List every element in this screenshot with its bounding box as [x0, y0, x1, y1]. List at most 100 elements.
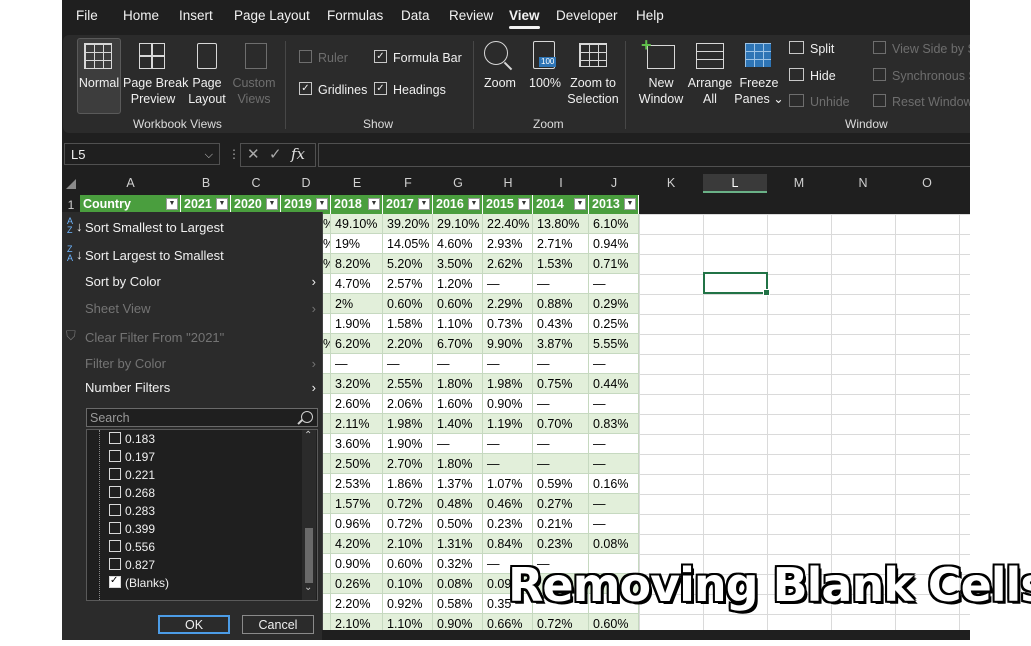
- table-cell[interactable]: [322, 394, 331, 414]
- table-cell[interactable]: [322, 294, 331, 314]
- table-cell[interactable]: 0.21%: [533, 514, 589, 534]
- table-cell[interactable]: 2.62%: [483, 254, 533, 274]
- table-cell[interactable]: [322, 374, 331, 394]
- table-cell[interactable]: 1.90%: [331, 314, 383, 334]
- table-cell[interactable]: 13.80%: [533, 214, 589, 234]
- filter-dropdown-icon[interactable]: ▼: [368, 198, 380, 210]
- table-cell[interactable]: [322, 474, 331, 494]
- tab-developer[interactable]: Developer: [556, 8, 618, 23]
- selected-cell-l5[interactable]: [703, 272, 770, 296]
- table-cell[interactable]: 4.70%: [331, 274, 383, 294]
- sort-by-color-item[interactable]: Sort by Color: [85, 274, 161, 289]
- filter-dropdown-icon[interactable]: ▼: [216, 198, 228, 210]
- table-cell[interactable]: 1.57%: [331, 494, 383, 514]
- table-cell[interactable]: 0.48%: [433, 494, 483, 514]
- checkbox-unchecked-icon[interactable]: [109, 540, 121, 552]
- checkbox-unchecked-icon[interactable]: [109, 432, 121, 444]
- cancel-button[interactable]: Cancel: [242, 615, 314, 634]
- table-cell[interactable]: —: [483, 274, 533, 294]
- table-cell[interactable]: 1.20%: [433, 274, 483, 294]
- table-cell[interactable]: 1.07%: [483, 474, 533, 494]
- table-cell[interactable]: 2.57%: [383, 274, 433, 294]
- table-cell[interactable]: 0.60%: [433, 294, 483, 314]
- insert-function-icon[interactable]: fx: [291, 144, 305, 165]
- table-cell[interactable]: 1.40%: [433, 414, 483, 434]
- table-cell[interactable]: —: [589, 494, 639, 514]
- table-cell[interactable]: 0.08%: [589, 534, 639, 554]
- table-cell[interactable]: 2.70%: [383, 454, 433, 474]
- arrange-all-button[interactable]: Arrange All: [685, 75, 735, 107]
- table-cell[interactable]: 3.20%: [331, 374, 383, 394]
- table-cell[interactable]: %: [322, 254, 331, 274]
- table-cell[interactable]: —: [533, 274, 589, 294]
- table-cell[interactable]: 0.71%: [589, 254, 639, 274]
- table-cell[interactable]: 1.98%: [483, 374, 533, 394]
- table-cell[interactable]: %: [322, 234, 331, 254]
- table-cell[interactable]: 4.60%: [433, 234, 483, 254]
- filter-list-item[interactable]: 0.399: [109, 522, 155, 536]
- table-cell[interactable]: [322, 574, 331, 594]
- table-cell[interactable]: [322, 354, 331, 374]
- filter-list-item[interactable]: 0.283: [109, 504, 155, 518]
- table-cell[interactable]: —: [433, 434, 483, 454]
- column-header-m[interactable]: M: [767, 174, 831, 193]
- table-cell[interactable]: 0.50%: [433, 514, 483, 534]
- table-cell[interactable]: 1.31%: [433, 534, 483, 554]
- table-cell[interactable]: 0.72%: [383, 514, 433, 534]
- ok-button[interactable]: OK: [158, 615, 230, 634]
- table-cell[interactable]: 0.72%: [383, 494, 433, 514]
- table-cell[interactable]: 0.60%: [383, 554, 433, 574]
- tab-review[interactable]: Review: [449, 8, 493, 23]
- table-cell[interactable]: 19%: [331, 234, 383, 254]
- filter-dropdown-icon[interactable]: ▼: [316, 198, 328, 210]
- table-cell[interactable]: 0.44%: [589, 374, 639, 394]
- scroll-down-icon[interactable]: ⌄: [304, 582, 312, 593]
- table-cell[interactable]: %: [322, 334, 331, 354]
- zoom-to-selection-button[interactable]: Zoom to Selection: [563, 75, 623, 107]
- checkbox-checked-icon[interactable]: [109, 575, 121, 588]
- column-header-g[interactable]: G: [433, 174, 483, 193]
- table-cell[interactable]: 0.26%: [331, 574, 383, 594]
- reset-window-button[interactable]: Reset Window: [873, 94, 970, 110]
- ruler-checkbox[interactable]: Ruler: [299, 50, 348, 66]
- filter-list-item[interactable]: 0.827: [109, 558, 155, 572]
- table-cell[interactable]: 0.43%: [533, 314, 589, 334]
- page-break-preview-button[interactable]: Page Break Preview: [123, 75, 188, 107]
- table-cell[interactable]: 5.55%: [589, 334, 639, 354]
- tab-data[interactable]: Data: [401, 8, 430, 23]
- table-cell[interactable]: 2.93%: [483, 234, 533, 254]
- tab-insert[interactable]: Insert: [179, 8, 213, 23]
- table-cell[interactable]: 0.27%: [533, 494, 589, 514]
- filter-dropdown-icon[interactable]: ▼: [166, 198, 178, 210]
- table-cell[interactable]: 2.55%: [383, 374, 433, 394]
- table-cell[interactable]: 2.71%: [533, 234, 589, 254]
- table-cell[interactable]: [322, 494, 331, 514]
- table-cell[interactable]: 0.83%: [589, 414, 639, 434]
- gridlines-checkbox[interactable]: Gridlines: [299, 82, 367, 98]
- filter-dropdown-icon[interactable]: ▼: [574, 198, 586, 210]
- tab-view[interactable]: View: [509, 8, 540, 29]
- table-cell[interactable]: —: [589, 434, 639, 454]
- zoom-100-button[interactable]: 100%: [525, 75, 565, 91]
- table-cell[interactable]: [322, 274, 331, 294]
- custom-views-button[interactable]: Custom Views: [231, 75, 277, 107]
- table-cell[interactable]: 1.19%: [483, 414, 533, 434]
- table-cell[interactable]: —: [331, 354, 383, 374]
- synchronous-scrolling-button[interactable]: Synchronous S: [873, 68, 970, 84]
- column-header-c[interactable]: C: [231, 174, 281, 193]
- table-cell[interactable]: 0.96%: [331, 514, 383, 534]
- table-cell[interactable]: 2.20%: [331, 594, 383, 614]
- table-cell[interactable]: —: [533, 434, 589, 454]
- table-cell[interactable]: 9.90%: [483, 334, 533, 354]
- table-cell[interactable]: 1.60%: [433, 394, 483, 414]
- table-cell[interactable]: [322, 534, 331, 554]
- filter-search-input[interactable]: Search: [86, 408, 318, 427]
- table-cell[interactable]: 1.10%: [433, 314, 483, 334]
- unhide-button[interactable]: Unhide: [789, 94, 850, 110]
- filter-dropdown-icon[interactable]: ▼: [518, 198, 530, 210]
- table-cell[interactable]: 2.60%: [331, 394, 383, 414]
- table-cell[interactable]: 8.20%: [331, 254, 383, 274]
- table-cell[interactable]: [322, 414, 331, 434]
- filter-list-item[interactable]: (Blanks): [109, 575, 169, 590]
- view-side-by-side-button[interactable]: View Side by Si: [873, 41, 970, 57]
